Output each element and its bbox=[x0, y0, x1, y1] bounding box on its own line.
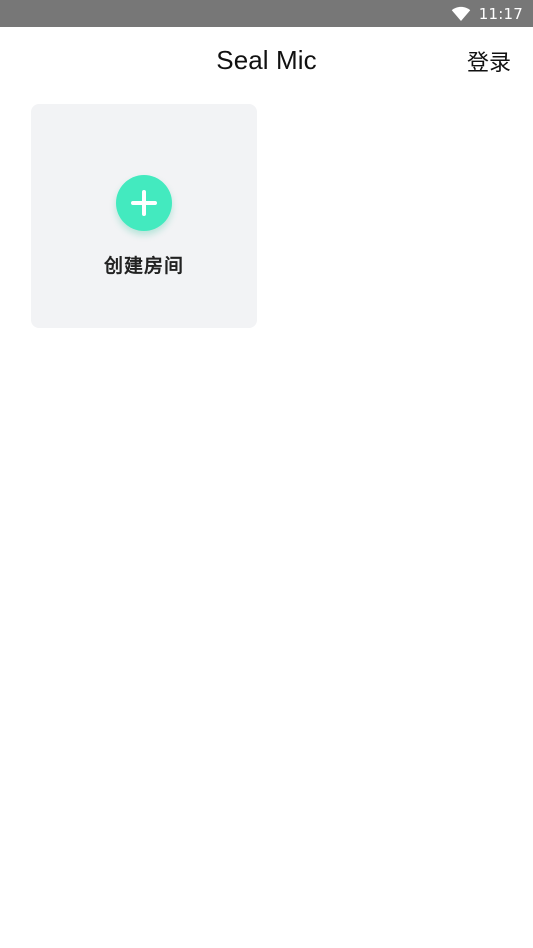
room-list: 创建房间 bbox=[0, 97, 533, 948]
status-icons: 11:17 bbox=[451, 0, 523, 27]
wifi-icon bbox=[451, 6, 470, 21]
plus-icon bbox=[131, 190, 157, 216]
app-screen: 11:17 Seal Mic 登录 创建房间 bbox=[0, 0, 533, 948]
create-room-card[interactable]: 创建房间 bbox=[31, 104, 257, 328]
app-header: Seal Mic 登录 bbox=[0, 27, 533, 97]
page-title: Seal Mic bbox=[216, 45, 317, 75]
login-button[interactable]: 登录 bbox=[467, 45, 511, 77]
create-room-label: 创建房间 bbox=[103, 255, 184, 277]
add-room-button[interactable] bbox=[116, 175, 172, 231]
status-time: 11:17 bbox=[478, 4, 523, 23]
status-bar: 11:17 bbox=[0, 0, 533, 27]
